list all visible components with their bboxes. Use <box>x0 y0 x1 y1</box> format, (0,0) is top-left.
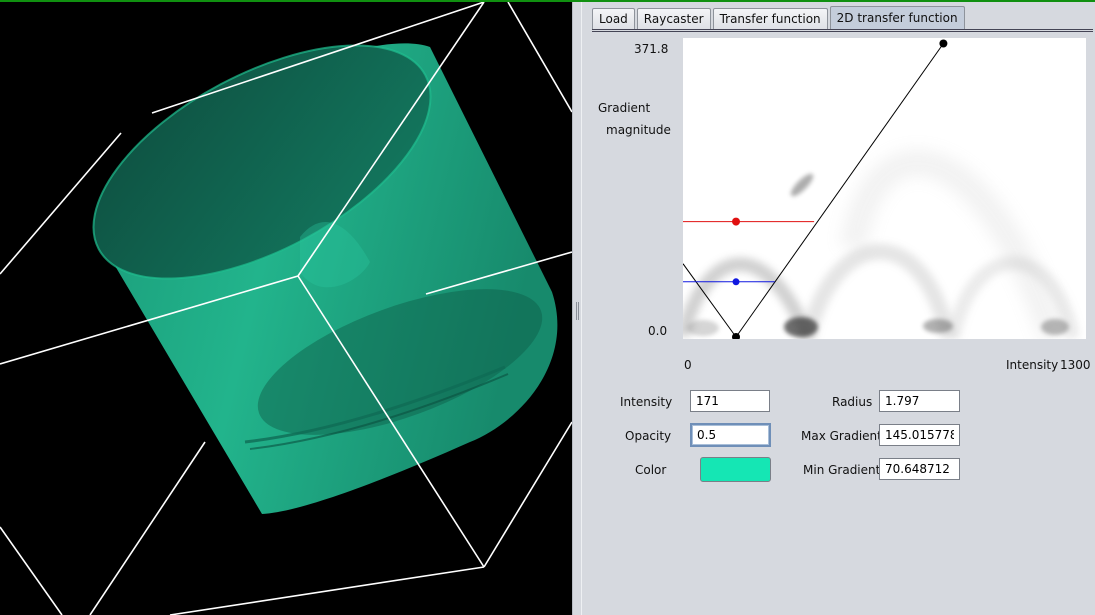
tab-content-border <box>592 29 1093 32</box>
y-axis-max-label: 371.8 <box>634 42 669 56</box>
tab-load[interactable]: Load <box>592 8 635 30</box>
tab-transfer-function[interactable]: Transfer function <box>712 8 828 30</box>
opacity-field[interactable] <box>690 423 771 447</box>
triangle-right-edge[interactable] <box>735 43 944 338</box>
min-gradient-handle[interactable] <box>732 278 740 286</box>
radius-label: Radius <box>832 395 873 409</box>
histogram-density <box>676 149 1080 343</box>
volume-render-viewport[interactable] <box>0 2 572 615</box>
transfer-function-editor[interactable] <box>676 38 1086 343</box>
color-label: Color <box>635 463 667 477</box>
min-gradient-field[interactable] <box>879 458 960 480</box>
max-gradient-field[interactable] <box>879 424 960 446</box>
tab-2d-transfer-function[interactable]: 2D transfer function <box>829 6 965 30</box>
radius-handle[interactable] <box>939 39 948 48</box>
histogram-plot[interactable] <box>676 38 1086 343</box>
x-axis-min-label: 0 <box>684 358 692 372</box>
max-gradient-handle[interactable] <box>732 217 741 226</box>
y-axis-title-line2: magnitude <box>606 123 671 137</box>
tab-bar: Load Raycaster Transfer function 2D tran… <box>592 6 967 30</box>
rendered-volume <box>0 2 572 615</box>
split-pane-divider[interactable] <box>572 2 582 615</box>
splitter-grip-icon[interactable] <box>576 302 579 320</box>
radius-field[interactable] <box>879 390 960 412</box>
control-panel: Load Raycaster Transfer function 2D tran… <box>582 2 1095 615</box>
y-axis-min-label: 0.0 <box>648 324 668 338</box>
y-axis-title-line1: Gradient <box>598 101 651 115</box>
opacity-label: Opacity <box>625 429 672 443</box>
intensity-label: Intensity <box>620 395 673 409</box>
color-picker-button[interactable] <box>700 457 771 482</box>
intensity-field[interactable] <box>690 390 770 412</box>
min-gradient-label: Min Gradient <box>803 463 881 477</box>
x-axis-title: Intensity <box>1006 358 1059 372</box>
tab-raycaster[interactable]: Raycaster <box>636 8 711 30</box>
max-gradient-label: Max Gradient <box>801 429 882 443</box>
x-axis-max-label: 1300 <box>1060 358 1091 372</box>
